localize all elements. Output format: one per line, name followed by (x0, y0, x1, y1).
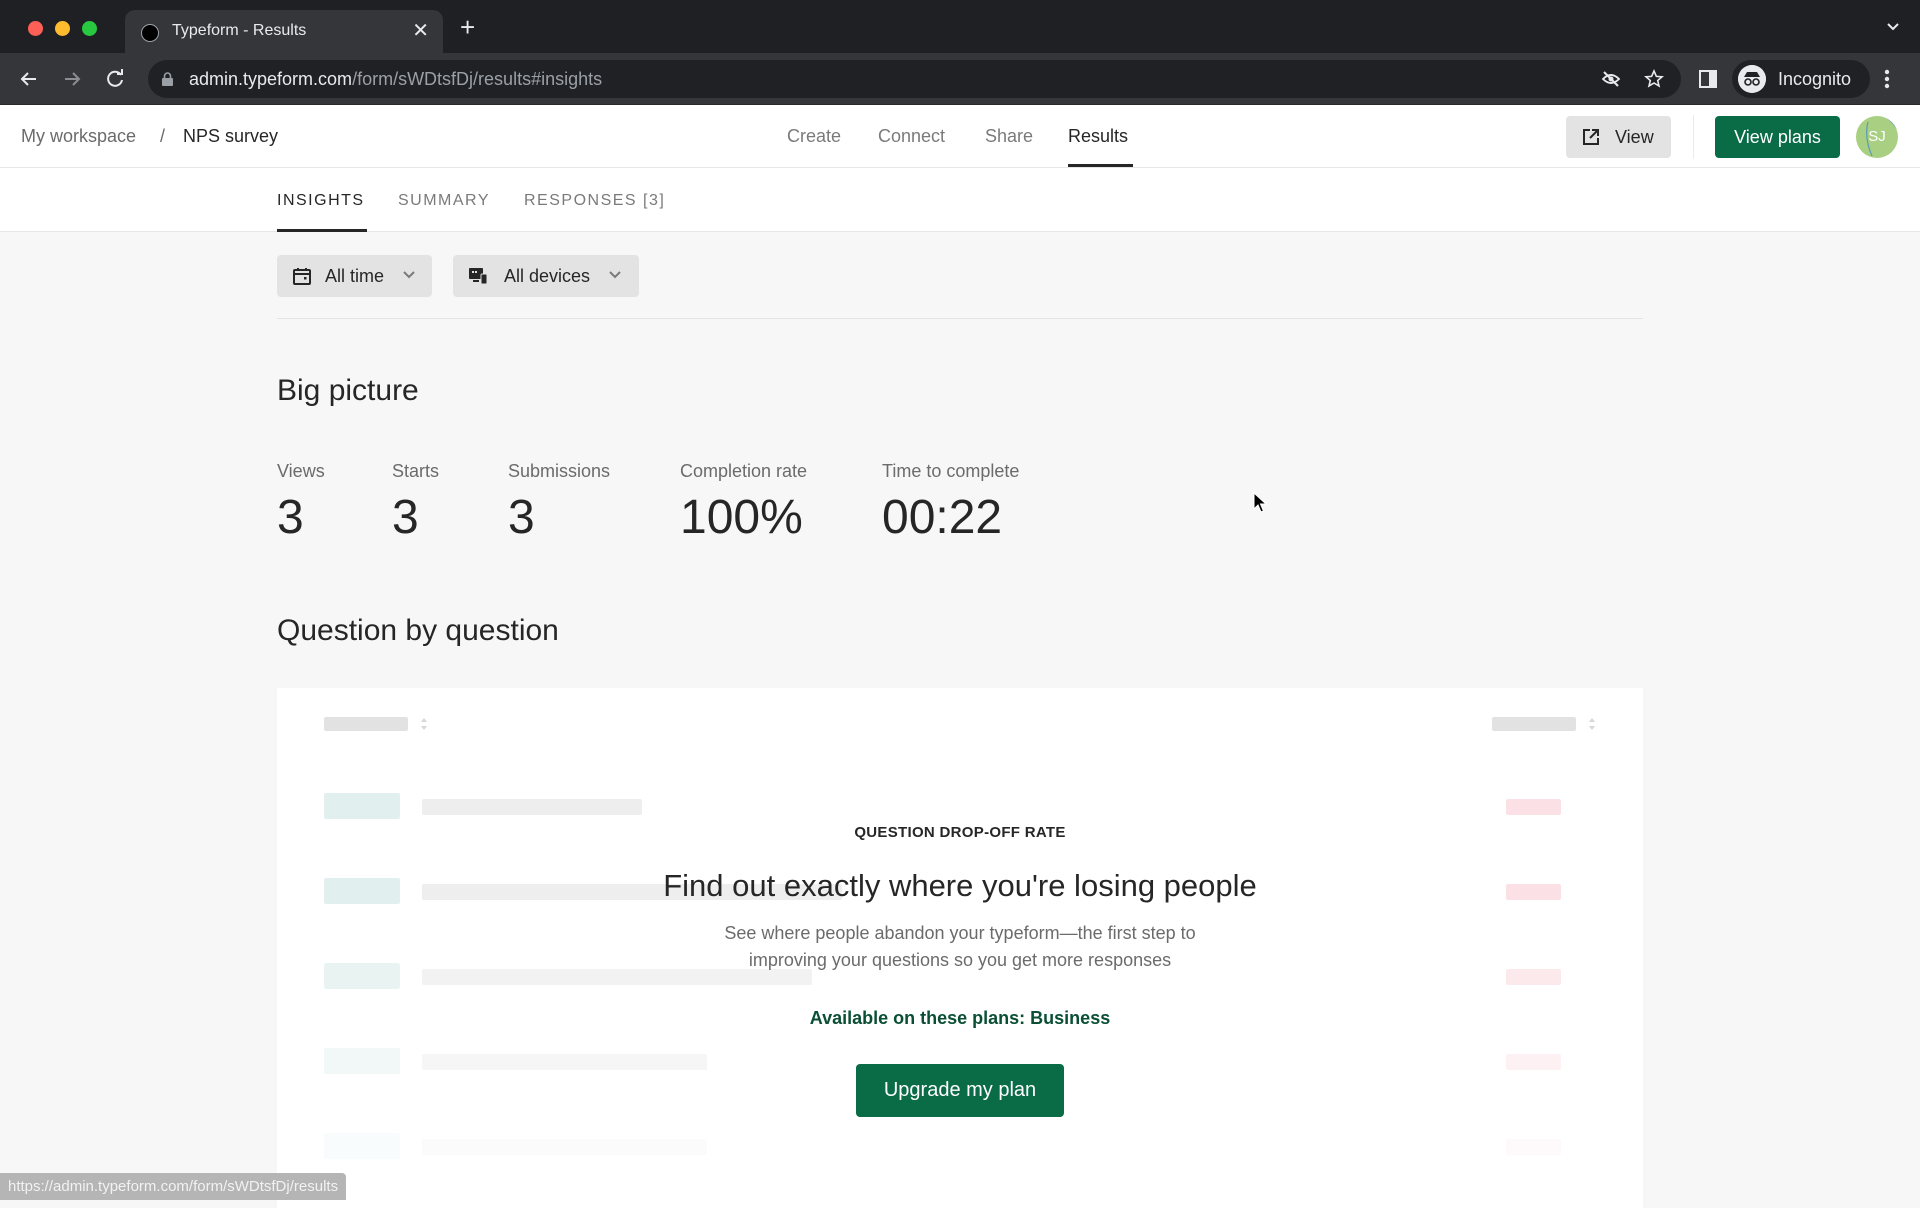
metric-value: 00:22 (882, 491, 1003, 544)
breadcrumb-workspace[interactable]: My workspace (21, 126, 136, 147)
metric-value: 100% (680, 491, 803, 544)
eye-slash-icon[interactable] (1601, 69, 1621, 89)
arrow-right-icon[interactable] (59, 66, 85, 92)
chevron-down-icon (609, 271, 621, 279)
header-divider (1693, 115, 1694, 159)
nav-share[interactable]: Share (985, 126, 1033, 147)
url-text: admin.typeform.com/form/sWDtsfDj/results… (189, 69, 603, 89)
lock-icon (162, 72, 173, 86)
tab-insights[interactable]: INSIGHTS (277, 192, 365, 210)
avatar-initials: SJ (1868, 128, 1886, 145)
browser-toolbar: admin.typeform.com/form/sWDtsfDj/results… (0, 53, 1920, 105)
view-form-button[interactable]: View (1566, 116, 1671, 158)
side-panel-icon[interactable] (1699, 70, 1717, 88)
breadcrumb-separator: / (160, 126, 166, 146)
available-plans-text: Available on these plans: Business (809, 1008, 1111, 1028)
link-preview-status-bar: https://admin.typeform.com/form/sWDtsfDj… (0, 1173, 347, 1200)
metric-value: 3 (277, 491, 304, 544)
browser-tab-strip: Typeform - Results ✕ + (0, 0, 1920, 53)
close-window-button[interactable] (28, 21, 43, 36)
mouse-cursor-icon (1253, 492, 1267, 513)
filters-divider (277, 318, 1643, 319)
placeholder-row-badge (324, 793, 400, 819)
placeholder-row-badge (324, 1048, 400, 1074)
incognito-profile-button[interactable]: Incognito (1732, 60, 1870, 98)
metric-time-to-complete: Time to complete 00:22 (882, 461, 1019, 545)
results-subtabs: INSIGHTS SUMMARY RESPONSES [3] (0, 168, 1920, 232)
user-avatar[interactable]: SJ (1856, 116, 1898, 158)
tab-summary[interactable]: SUMMARY (398, 192, 490, 210)
date-range-filter[interactable]: All time (277, 255, 432, 297)
date-range-label: All time (325, 266, 385, 286)
metric-label: Completion rate (680, 461, 808, 481)
sort-icon (421, 718, 427, 730)
upsell-description: See where people abandon your typeform—t… (277, 920, 1643, 974)
metric-value: 3 (508, 491, 535, 544)
chevron-down-icon (403, 271, 415, 279)
subtab-active-indicator (277, 229, 367, 232)
question-by-question-title: Question by question (277, 614, 559, 647)
sort-icon (1589, 718, 1595, 730)
upsell-eyebrow: QUESTION DROP-OFF RATE (854, 824, 1066, 841)
metric-label: Time to complete (882, 461, 1020, 481)
upsell-description-line: improving your questions so you get more… (748, 950, 1172, 970)
address-bar[interactable]: admin.typeform.com/form/sWDtsfDj/results… (148, 60, 1681, 98)
minimize-window-button[interactable] (55, 21, 70, 36)
placeholder-column-header (1492, 717, 1576, 731)
metric-label: Submissions (508, 461, 611, 481)
maximize-window-button[interactable] (82, 21, 97, 36)
upsell-title: Find out exactly where you're losing peo… (663, 868, 1257, 903)
nav-create[interactable]: Create (787, 126, 841, 147)
placeholder-row-rate (1506, 1139, 1561, 1155)
placeholder-row-badge (324, 1133, 400, 1159)
calendar-icon (293, 268, 311, 285)
plus-icon[interactable]: + (460, 14, 475, 40)
browser-tab[interactable]: Typeform - Results ✕ (125, 10, 443, 53)
placeholder-row-text (422, 799, 642, 815)
reload-icon[interactable] (102, 66, 128, 92)
kebab-menu-icon[interactable] (1884, 68, 1890, 90)
arrow-left-icon[interactable] (16, 66, 42, 92)
breadcrumb-form[interactable]: NPS survey (183, 126, 278, 147)
view-button-label: View (1615, 127, 1654, 147)
typeform-favicon-icon (141, 24, 159, 42)
chevron-down-icon[interactable] (1886, 20, 1900, 34)
metric-label: Starts (392, 461, 440, 481)
big-picture-title: Big picture (277, 374, 419, 407)
star-icon[interactable] (1644, 69, 1664, 89)
placeholder-row-rate (1506, 799, 1561, 815)
tab-responses[interactable]: RESPONSES [3] (524, 192, 665, 210)
drop-off-card: QUESTION DROP-OFF RATE Find out exactly … (277, 688, 1643, 1208)
upgrade-plan-label: Upgrade my plan (883, 1079, 1037, 1101)
metric-submissions: Submissions 3 (508, 461, 610, 545)
devices-filter[interactable]: All devices (453, 255, 639, 297)
metric-label: Views (277, 461, 325, 481)
metric-value: 3 (392, 491, 419, 544)
external-link-icon (1583, 129, 1599, 145)
nav-results[interactable]: Results (1068, 126, 1128, 147)
tab-title: Typeform - Results (172, 22, 307, 39)
incognito-label: Incognito (1778, 69, 1852, 89)
app-header: My workspace / NPS survey Create Connect… (0, 105, 1920, 168)
placeholder-row-text (422, 1054, 707, 1070)
nav-connect[interactable]: Connect (878, 126, 945, 147)
devices-icon (469, 268, 488, 285)
devices-label: All devices (504, 266, 591, 286)
upsell-description-line: See where people abandon your typeform—t… (724, 923, 1196, 943)
metric-completion-rate: Completion rate 100% (680, 461, 807, 545)
placeholder-column-header (324, 717, 408, 731)
incognito-icon (1738, 65, 1766, 93)
placeholder-row-rate (1506, 1054, 1561, 1070)
view-plans-button[interactable]: View plans (1715, 116, 1840, 158)
metric-starts: Starts 3 (392, 461, 439, 545)
nav-active-indicator (1068, 164, 1133, 167)
upgrade-plan-button[interactable]: Upgrade my plan (856, 1064, 1064, 1117)
close-icon[interactable]: ✕ (412, 18, 429, 43)
view-plans-label: View plans (1734, 127, 1821, 147)
placeholder-row-text (422, 1139, 707, 1155)
metric-views: Views 3 (277, 461, 325, 545)
